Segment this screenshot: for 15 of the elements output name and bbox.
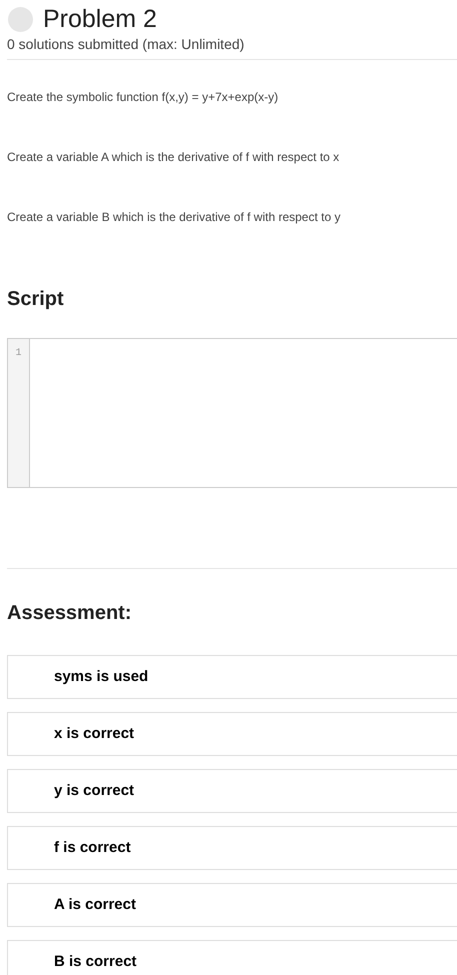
instruction-text: Create a variable A which is the derivative of f with respect to x	[7, 149, 340, 165]
problem-title: Problem 2	[43, 5, 157, 33]
instruction-text: Create the symbolic function f(x,y) = y+7x+exp(x-y)	[7, 89, 280, 105]
submission-count: 0 solutions submitted (max: Unlimited)	[7, 35, 246, 53]
assessment-heading: Assessment:	[7, 601, 133, 625]
script-heading: Script	[7, 287, 65, 311]
test-label: y is correct	[54, 780, 134, 801]
test-label: B is correct	[54, 952, 137, 972]
code-editor[interactable]: 1	[7, 338, 457, 488]
test-label: syms is used	[54, 666, 148, 687]
line-number: 1	[14, 347, 22, 361]
test-label: f is correct	[54, 838, 131, 858]
instruction-text: Create a variable B which is the derivative of f with respect to y	[7, 209, 342, 225]
test-label: x is correct	[54, 724, 134, 744]
test-label: A is correct	[54, 894, 136, 915]
